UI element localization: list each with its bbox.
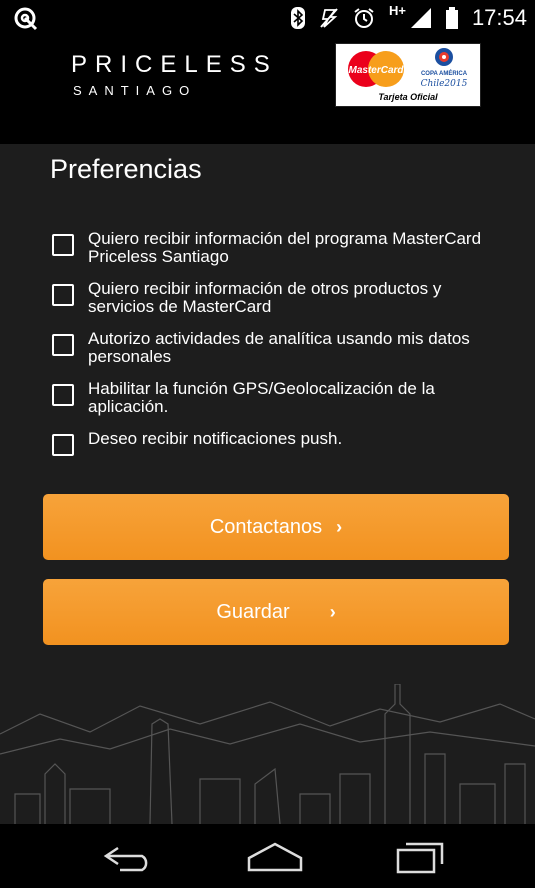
sponsor-tag: Tarjeta Oficial (336, 92, 480, 106)
mute-icon (320, 8, 338, 28)
back-icon[interactable] (100, 840, 160, 874)
svg-text:COPA AMÉRICA: COPA AMÉRICA (421, 69, 468, 77)
chevron-right-icon: › (336, 516, 343, 537)
save-button-label: Guardar (216, 600, 290, 623)
santiago-skyline-illustration (0, 684, 535, 824)
preference-item-analytics[interactable]: Autorizo actividades de analítica usando… (52, 330, 512, 380)
android-navigation-bar (0, 824, 535, 888)
copa-america-logo: COPA AMÉRICA Chile2015 (421, 48, 468, 89)
page-title: Preferencias (50, 154, 202, 184)
preference-label: Autorizo actividades de analítica usando… (88, 329, 470, 366)
preferences-screen: Preferencias Quiero recibir información … (0, 144, 535, 824)
sponsor-badge: MasterCard COPA AMÉRICA Chile2015 Tarjet… (335, 43, 481, 107)
bluetooth-icon (290, 7, 305, 29)
preference-item-gps[interactable]: Habilitar la función GPS/Geolocalización… (52, 380, 512, 430)
home-icon[interactable] (245, 840, 305, 874)
signal-icon (410, 8, 431, 28)
preferences-list: Quiero recibir información del programa … (52, 230, 512, 480)
mastercard-logo: MasterCard (348, 51, 404, 87)
clock: 17:54 (471, 5, 527, 30)
alarm-icon (354, 8, 374, 28)
svg-text:MasterCard: MasterCard (348, 65, 404, 76)
checkbox-gps[interactable] (52, 384, 74, 406)
brand-title: PRICELESS (71, 51, 278, 78)
preference-label: Deseo recibir notificaciones push. (88, 429, 343, 448)
chevron-right-icon: › (329, 601, 336, 622)
svg-text:Chile2015: Chile2015 (421, 79, 468, 89)
recent-apps-icon[interactable] (392, 840, 452, 874)
checkbox-analytics[interactable] (52, 334, 74, 356)
battery-icon (445, 7, 458, 29)
preference-item-mastercard-priceless[interactable]: Quiero recibir información del programa … (52, 230, 512, 280)
contact-button[interactable]: Contactanos › (43, 494, 509, 560)
app-header: PRICELESS SANTIAGO MasterCard COPA AMÉRI… (0, 36, 535, 144)
save-button[interactable]: Guardar › (43, 579, 509, 645)
contact-button-label: Contactanos (209, 515, 323, 538)
network-type-label: H+ (388, 2, 406, 18)
brand-subtitle: SANTIAGO (73, 83, 197, 98)
status-bar: H+ 17:54 (0, 0, 535, 36)
preference-item-push[interactable]: Deseo recibir notificaciones push. (52, 430, 512, 480)
preference-label: Quiero recibir información de otros prod… (88, 279, 442, 316)
checkbox-push[interactable] (52, 434, 74, 456)
preference-label: Habilitar la función GPS/Geolocalización… (88, 379, 435, 416)
preference-item-other-products[interactable]: Quiero recibir información de otros prod… (52, 280, 512, 330)
checkbox-mastercard-priceless[interactable] (52, 234, 74, 256)
preference-label: Quiero recibir información del programa … (88, 229, 482, 266)
app-notification-icon (14, 7, 38, 31)
checkbox-other-products[interactable] (52, 284, 74, 306)
